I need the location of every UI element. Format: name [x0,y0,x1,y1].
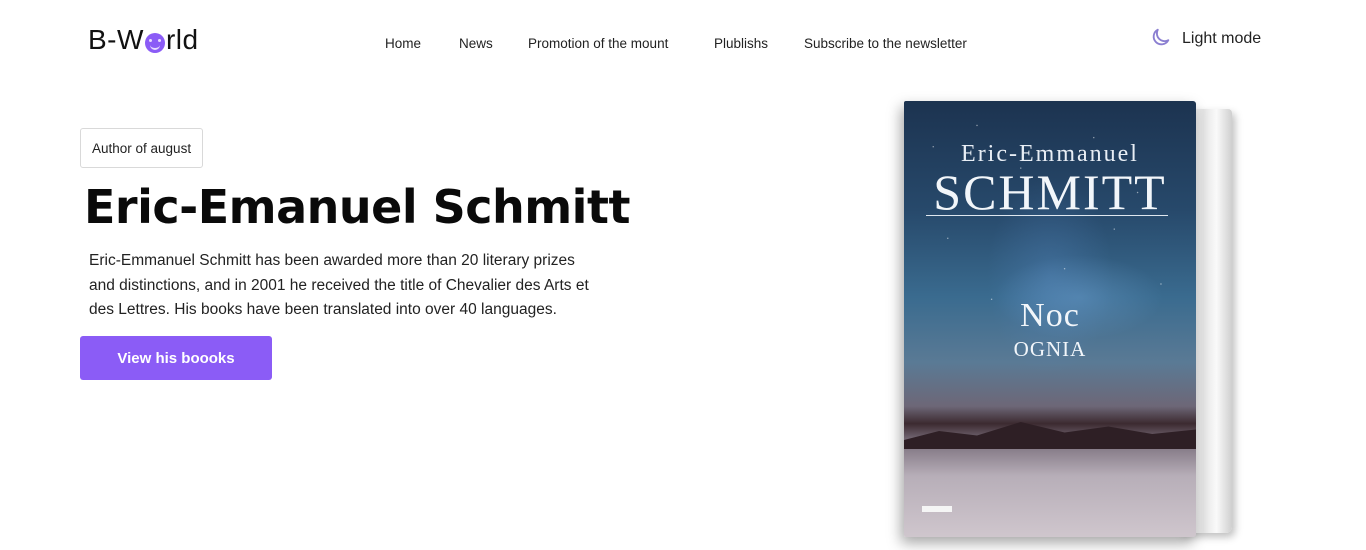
book-cover-image: Eric-Emmanuel SCHMITT Noc OGNIA [880,95,1260,545]
light-mode-toggle[interactable]: Light mode [1150,26,1261,52]
nav-item-publishs[interactable]: Plublishs [714,36,768,51]
publisher-logo [922,506,952,512]
site-logo[interactable]: B-W rld [88,24,199,56]
light-mode-label: Light mode [1182,30,1262,47]
nav-item-news[interactable]: News [459,36,493,51]
moon-icon [1150,26,1172,52]
cover-title-line2: OGNIA [1013,337,1087,361]
view-books-button[interactable]: View his boooks [80,336,272,380]
cover-title-line1: Noc [1020,297,1080,334]
author-description: Eric-Emmanuel Schmitt has been awarded m… [89,252,589,318]
author-of-month-badge: Author of august [80,128,204,168]
nav-item-promotion[interactable]: Promotion of the mount [528,36,668,51]
logo-text-prefix: B-W [88,24,144,55]
cover-author-lastname: SCHMITT [933,164,1167,220]
cover-mountains [904,422,1196,449]
nav-item-newsletter[interactable]: Subscribe to the newsletter [804,36,967,51]
logo-text-suffix: rld [165,24,199,55]
book-front-cover: Eric-Emmanuel SCHMITT Noc OGNIA [904,101,1196,537]
cover-divider [926,215,1168,216]
logo-face-icon [144,33,165,53]
nav-item-home[interactable]: Home [385,36,421,51]
page-title: Eric-Emanuel Schmitt [84,180,630,234]
